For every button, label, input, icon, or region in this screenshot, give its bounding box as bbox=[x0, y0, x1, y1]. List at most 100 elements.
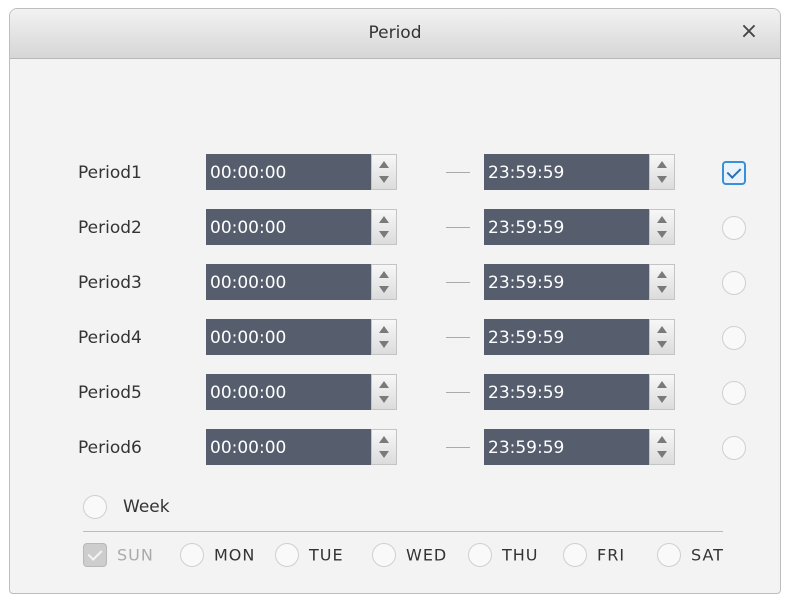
start-time-value: 00:00:00 bbox=[210, 383, 287, 403]
start-time-value: 00:00:00 bbox=[210, 163, 287, 183]
start-time-field[interactable]: 00:00:00 bbox=[206, 264, 397, 300]
spin-up-icon[interactable] bbox=[657, 216, 667, 223]
spin-down-icon[interactable] bbox=[657, 176, 667, 183]
start-time-field[interactable]: 00:00:00 bbox=[206, 209, 397, 245]
spin-down-icon[interactable] bbox=[657, 451, 667, 458]
day-option-mon[interactable]: MON bbox=[180, 543, 255, 569]
end-time-value: 23:59:59 bbox=[488, 438, 565, 458]
start-time-field[interactable]: 00:00:00 bbox=[206, 319, 397, 355]
spin-up-icon[interactable] bbox=[379, 271, 389, 278]
period-row: Period4 00:00:00 23:59:59 bbox=[10, 319, 780, 359]
period-row: Period5 00:00:00 23:59:59 bbox=[10, 374, 780, 414]
end-time-field[interactable]: 23:59:59 bbox=[484, 319, 675, 355]
range-dash bbox=[446, 282, 470, 283]
day-radio[interactable] bbox=[372, 543, 396, 567]
start-time-value: 00:00:00 bbox=[210, 328, 287, 348]
end-time-field[interactable]: 23:59:59 bbox=[484, 429, 675, 465]
day-label: WED bbox=[406, 545, 448, 565]
period-label: Period6 bbox=[78, 438, 142, 458]
start-time-field[interactable]: 00:00:00 bbox=[206, 429, 397, 465]
period-label: Period2 bbox=[78, 218, 142, 238]
start-time-value: 00:00:00 bbox=[210, 438, 287, 458]
end-time-value: 23:59:59 bbox=[488, 273, 565, 293]
end-time-field[interactable]: 23:59:59 bbox=[484, 154, 675, 190]
end-time-spinner[interactable] bbox=[649, 374, 675, 410]
period-radio[interactable] bbox=[722, 216, 746, 240]
end-time-spinner[interactable] bbox=[649, 429, 675, 465]
spin-up-icon[interactable] bbox=[379, 381, 389, 388]
spin-down-icon[interactable] bbox=[379, 286, 389, 293]
spin-down-icon[interactable] bbox=[379, 176, 389, 183]
range-dash bbox=[446, 227, 470, 228]
end-time-spinner[interactable] bbox=[649, 209, 675, 245]
day-label: MON bbox=[214, 545, 256, 565]
end-time-field[interactable]: 23:59:59 bbox=[484, 264, 675, 300]
day-option-fri[interactable]: FRI bbox=[563, 543, 625, 569]
spin-up-icon[interactable] bbox=[657, 436, 667, 443]
period-label: Period3 bbox=[78, 273, 142, 293]
range-dash bbox=[446, 447, 470, 448]
period-radio[interactable] bbox=[722, 271, 746, 295]
week-label: Week bbox=[123, 497, 170, 517]
spin-up-icon[interactable] bbox=[657, 381, 667, 388]
end-time-value: 23:59:59 bbox=[488, 383, 565, 403]
spin-up-icon[interactable] bbox=[379, 326, 389, 333]
day-radio[interactable] bbox=[657, 543, 681, 567]
end-time-spinner[interactable] bbox=[649, 264, 675, 300]
week-option[interactable]: Week bbox=[83, 495, 170, 521]
spin-up-icon[interactable] bbox=[379, 216, 389, 223]
period-row: Period3 00:00:00 23:59:59 bbox=[10, 264, 780, 304]
start-time-field[interactable]: 00:00:00 bbox=[206, 374, 397, 410]
period-radio[interactable] bbox=[722, 381, 746, 405]
day-label: FRI bbox=[597, 545, 626, 565]
period-label: Period5 bbox=[78, 383, 142, 403]
day-label: TUE bbox=[309, 545, 344, 565]
spin-down-icon[interactable] bbox=[379, 396, 389, 403]
close-icon[interactable]: × bbox=[736, 19, 762, 45]
day-radio[interactable] bbox=[468, 543, 492, 567]
day-checkbox-checked bbox=[83, 543, 107, 567]
range-dash bbox=[446, 172, 470, 173]
start-time-spinner[interactable] bbox=[371, 209, 397, 245]
end-time-spinner[interactable] bbox=[649, 154, 675, 190]
start-time-field[interactable]: 00:00:00 bbox=[206, 154, 397, 190]
start-time-spinner[interactable] bbox=[371, 319, 397, 355]
spin-down-icon[interactable] bbox=[657, 286, 667, 293]
period-row: Period2 00:00:00 23:59:59 bbox=[10, 209, 780, 249]
title-bar: Period × bbox=[10, 9, 780, 59]
start-time-spinner[interactable] bbox=[371, 264, 397, 300]
start-time-spinner[interactable] bbox=[371, 374, 397, 410]
day-option-wed[interactable]: WED bbox=[372, 543, 447, 569]
spin-up-icon[interactable] bbox=[657, 271, 667, 278]
end-time-spinner[interactable] bbox=[649, 319, 675, 355]
end-time-field[interactable]: 23:59:59 bbox=[484, 374, 675, 410]
start-time-spinner[interactable] bbox=[371, 429, 397, 465]
spin-down-icon[interactable] bbox=[379, 341, 389, 348]
day-radio[interactable] bbox=[563, 543, 587, 567]
period-label: Period4 bbox=[78, 328, 142, 348]
spin-up-icon[interactable] bbox=[379, 161, 389, 168]
day-label: SAT bbox=[691, 545, 724, 565]
spin-down-icon[interactable] bbox=[657, 341, 667, 348]
period-radio[interactable] bbox=[722, 436, 746, 460]
day-radio[interactable] bbox=[275, 543, 299, 567]
spin-down-icon[interactable] bbox=[657, 231, 667, 238]
day-option-thu[interactable]: THU bbox=[468, 543, 539, 569]
spin-down-icon[interactable] bbox=[657, 396, 667, 403]
day-option-tue[interactable]: TUE bbox=[275, 543, 344, 569]
spin-up-icon[interactable] bbox=[657, 161, 667, 168]
week-radio[interactable] bbox=[83, 495, 107, 519]
spin-down-icon[interactable] bbox=[379, 451, 389, 458]
period-label: Period1 bbox=[78, 163, 142, 183]
start-time-spinner[interactable] bbox=[371, 154, 397, 190]
spin-up-icon[interactable] bbox=[657, 326, 667, 333]
day-label: SUN bbox=[117, 545, 154, 565]
period-checkbox-checked[interactable] bbox=[722, 161, 746, 185]
period-row: Period6 00:00:00 23:59:59 bbox=[10, 429, 780, 469]
end-time-field[interactable]: 23:59:59 bbox=[484, 209, 675, 245]
spin-down-icon[interactable] bbox=[379, 231, 389, 238]
day-radio[interactable] bbox=[180, 543, 204, 567]
spin-up-icon[interactable] bbox=[379, 436, 389, 443]
period-radio[interactable] bbox=[722, 326, 746, 350]
day-option-sat[interactable]: SAT bbox=[657, 543, 724, 569]
